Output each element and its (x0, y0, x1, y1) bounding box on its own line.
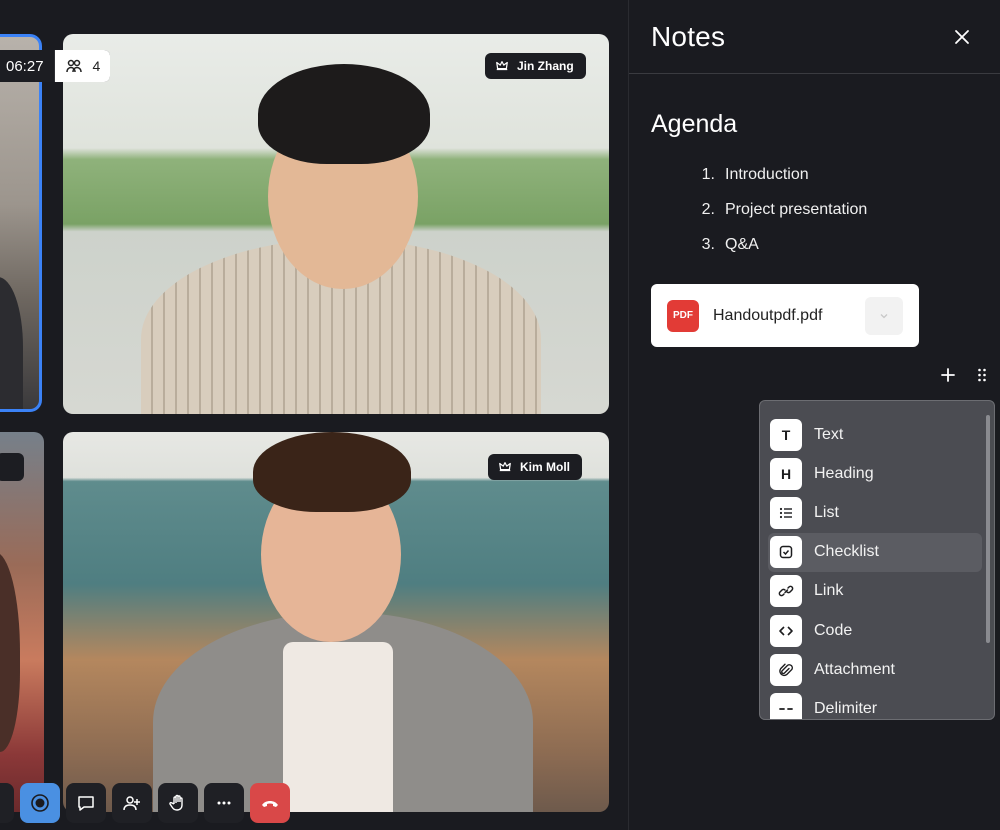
menu-item-text[interactable]: T Text (768, 415, 982, 454)
menu-item-label: Heading (814, 464, 874, 482)
link-icon (770, 575, 802, 608)
pdf-file-icon: PDF (667, 299, 699, 332)
participant-count: 4 (92, 58, 101, 74)
hang-up-icon (262, 801, 278, 807)
heading-icon: H (770, 457, 802, 490)
notes-panel: Notes Agenda 1. Introduction 2. Project pr… (628, 0, 1000, 830)
record-button[interactable] (20, 783, 60, 823)
record-icon (31, 794, 49, 812)
video-tile-jin-zhang[interactable]: Jin Zhang (63, 34, 609, 414)
menu-item-heading[interactable]: H Heading (768, 454, 982, 493)
menu-item-label: Text (814, 425, 844, 443)
menu-item-code[interactable]: Code (768, 611, 982, 650)
toolbar-button-partial[interactable] (0, 783, 14, 823)
attachment-card[interactable]: PDF Handoutpdf.pdf (651, 284, 919, 347)
agenda-item-text: Introduction (725, 166, 809, 183)
more-options-button[interactable] (204, 783, 244, 823)
video-tile-active-speaker[interactable] (0, 34, 42, 412)
menu-item-checklist[interactable]: Checklist (768, 532, 982, 572)
agenda-item-text: Project presentation (725, 201, 868, 218)
hang-up-button[interactable] (250, 783, 290, 823)
menu-item-delimiter[interactable]: Delimiter (768, 689, 982, 719)
name-tag-kim-moll: Kim Moll (488, 454, 582, 480)
chat-icon (78, 796, 94, 811)
agenda-item[interactable]: 2. Project presentation (701, 201, 868, 236)
video-tile-kim-moll[interactable]: Kim Moll (63, 432, 609, 812)
list-icon (770, 496, 802, 529)
notes-header: Notes (629, 0, 1000, 74)
crown-icon (499, 462, 511, 472)
call-timer: 06:27 (0, 50, 55, 82)
menu-item-label: Attachment (814, 660, 895, 678)
participant-counter[interactable]: 4 (54, 50, 111, 82)
chevron-down-icon (880, 313, 888, 318)
raise-hand-icon (169, 794, 183, 811)
drag-handle[interactable] (971, 364, 993, 386)
add-participant-button[interactable] (112, 783, 152, 823)
call-toolbar (0, 783, 290, 827)
call-status-bar: 06:27 4 (0, 50, 111, 82)
agenda-item[interactable]: 1. Introduction (701, 166, 867, 201)
menu-item-label: Code (814, 621, 853, 639)
attachment-file-name: Handoutpdf.pdf (713, 306, 823, 324)
delimiter-icon (770, 692, 802, 719)
menu-item-attachment[interactable]: Attachment (768, 650, 982, 689)
participant-name-tag (0, 453, 24, 481)
menu-item-list[interactable]: List (768, 493, 982, 532)
participants-icon (65, 59, 82, 73)
add-person-icon (123, 796, 140, 811)
block-type-list: T Text H Heading List Checklist Link Cod… (768, 415, 982, 719)
text-icon: T (770, 418, 802, 451)
menu-item-label: Checklist (814, 543, 879, 561)
agenda-item-number: 3. (701, 236, 715, 253)
checklist-icon (770, 536, 802, 569)
block-type-menu: T Text H Heading List Checklist Link Cod… (759, 400, 995, 720)
agenda-item-number: 2. (701, 201, 715, 218)
agenda-list[interactable]: 1. Introduction 2. Project presentation 3.… (701, 166, 868, 271)
name-tag-jin-zhang: Jin Zhang (485, 53, 586, 79)
menu-item-label: Link (814, 582, 844, 600)
drag-handle-icon (978, 368, 986, 382)
close-notes-button[interactable] (950, 25, 974, 49)
agenda-heading[interactable]: Agenda (651, 110, 737, 139)
more-icon (217, 801, 231, 805)
menu-item-label: List (814, 503, 839, 521)
notes-title: Notes (651, 20, 726, 52)
close-icon (955, 29, 969, 44)
attachment-icon (770, 653, 802, 686)
agenda-item-text: Q&A (725, 236, 759, 253)
menu-item-link[interactable]: Link (768, 572, 982, 611)
crown-icon (496, 61, 508, 71)
participant-silhouette (0, 277, 23, 409)
participant-name: Kim Moll (520, 460, 570, 474)
agenda-item-number: 1. (701, 166, 715, 183)
participant-shirt (283, 642, 393, 812)
code-icon (770, 614, 802, 647)
agenda-item[interactable]: 3. Q&A (701, 236, 867, 271)
meeting-app: Jin Zhang Kim Moll 06:27 4 Notes Agenda … (0, 0, 1000, 830)
add-block-button[interactable] (937, 364, 959, 386)
video-tile-participant[interactable] (0, 432, 44, 812)
video-grid: Jin Zhang Kim Moll 06:27 4 (0, 0, 628, 830)
participant-silhouette (0, 552, 20, 752)
participant-name: Jin Zhang (517, 59, 574, 73)
attachment-menu-button[interactable] (865, 296, 903, 335)
raise-hand-button[interactable] (158, 783, 198, 823)
participant-hair (258, 64, 430, 164)
menu-item-label: Delimiter (814, 699, 878, 717)
participant-hair (253, 432, 411, 512)
chat-button[interactable] (66, 783, 106, 823)
plus-icon (941, 368, 955, 382)
menu-scrollbar[interactable] (986, 415, 990, 643)
